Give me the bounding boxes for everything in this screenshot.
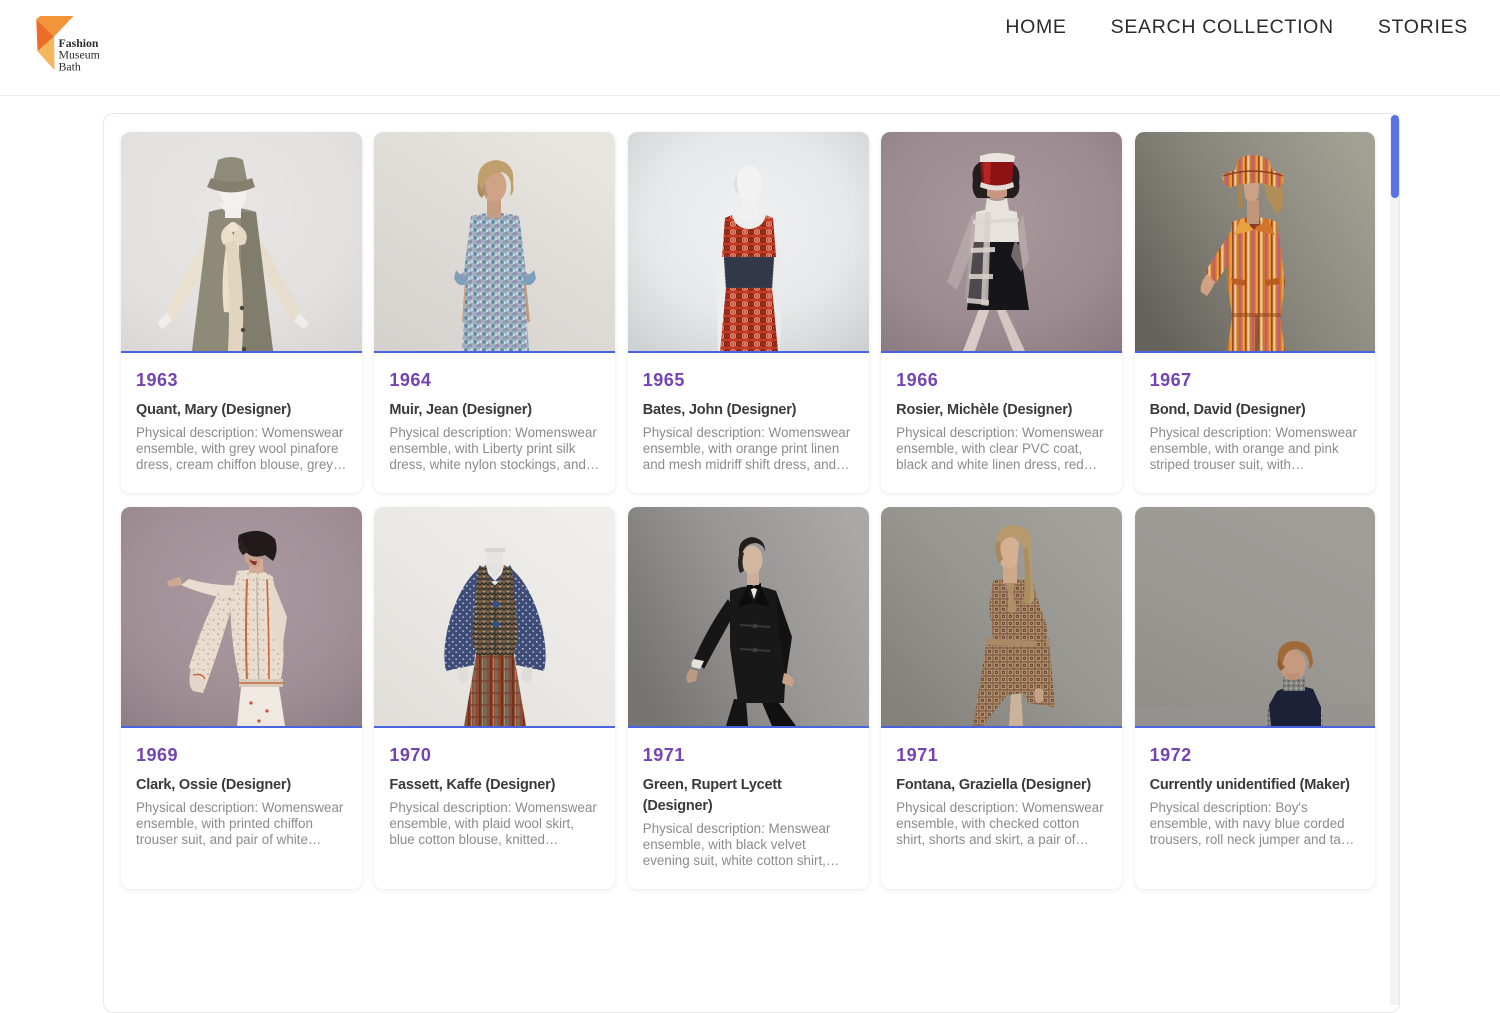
svg-text:Bath: Bath <box>59 59 81 72</box>
